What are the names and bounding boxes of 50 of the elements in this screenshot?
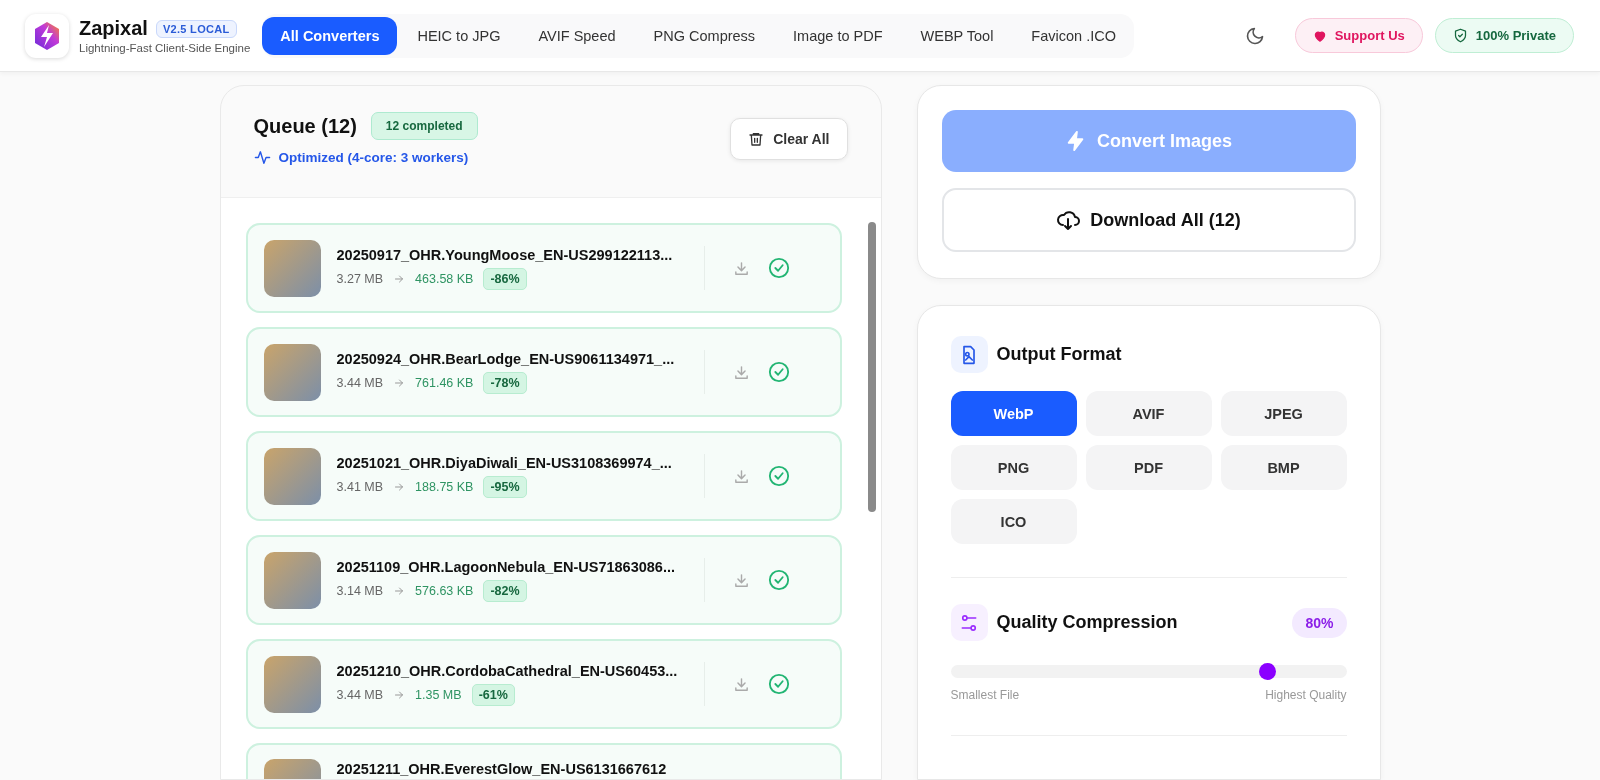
file-name: 20250924_OHR.BearLodge_EN-US9061134971_... — [336, 350, 676, 367]
format-option[interactable]: JPEG — [1220, 391, 1347, 436]
quality-value-badge: 80% — [1292, 607, 1347, 638]
completed-badge: 12 completed — [370, 112, 478, 140]
support-button[interactable]: Support Us — [1294, 18, 1423, 53]
format-option[interactable]: BMP — [1220, 445, 1347, 490]
slider-max-label: Highest Quality — [1265, 688, 1347, 702]
original-size: 3.44 MB — [336, 375, 384, 390]
brand-name: Zapixal — [79, 17, 148, 40]
nav-tab[interactable]: All Converters — [262, 16, 398, 55]
file-name: 20251210_OHR.CordobaCathedral_EN-US60453... — [336, 662, 679, 679]
slider-min-label: Smallest File — [950, 688, 1020, 702]
reduction-badge: -95% — [483, 475, 527, 498]
reduction-badge: -86% — [483, 267, 527, 290]
original-size: 3.27 MB — [336, 271, 384, 286]
reduction-badge: -61% — [471, 683, 515, 706]
version-badge: V2.5 LOCAL — [155, 19, 237, 38]
format-option[interactable]: ICO — [950, 499, 1077, 544]
converted-size: 761.46 KB — [415, 375, 474, 390]
nav-tab[interactable]: HEIC to JPG — [399, 16, 519, 55]
file-name: 20251021_OHR.DiyaDiwali_EN-US3108369974_... — [336, 454, 673, 471]
section-title: Quality Compression — [996, 612, 1179, 633]
clear-all-button[interactable]: Clear All — [730, 118, 848, 160]
converted-size: 463.58 KB — [415, 271, 474, 286]
converted-size: 576.63 KB — [415, 583, 474, 598]
original-size: 3.41 MB — [336, 479, 384, 494]
queue-title: Queue (12) — [253, 114, 357, 138]
format-option[interactable]: PNG — [950, 445, 1077, 490]
privacy-badge: 100% Private — [1434, 18, 1574, 53]
format-option[interactable]: WebP — [950, 391, 1077, 436]
nav-tab[interactable]: WEBP Tool — [902, 16, 1012, 55]
download-all-button[interactable]: Download All (12) — [941, 188, 1356, 252]
original-size: 3.44 MB — [336, 687, 384, 702]
reduction-badge: -78% — [483, 371, 527, 394]
file-name: 20251109_OHR.LagoonNebula_EN-US71863086... — [336, 558, 676, 575]
nav-tab[interactable]: Image to PDF — [775, 16, 901, 55]
file-name: 20250917_OHR.YoungMoose_EN-US299122113... — [336, 246, 674, 263]
nav-tab[interactable]: PNG Compress — [635, 16, 774, 55]
nav-tab[interactable]: AVIF Speed — [520, 16, 634, 55]
format-option[interactable]: AVIF — [1085, 391, 1212, 436]
converted-size: 1.35 MB — [415, 687, 462, 702]
tagline: Lightning-Fast Client-Side Engine — [79, 42, 251, 54]
format-option[interactable]: PDF — [1085, 445, 1212, 490]
nav-tab[interactable]: Favicon .ICO — [1013, 16, 1134, 55]
file-name: 20251211_OHR.EverestGlow_EN-US6131667612 — [336, 761, 668, 777]
section-title: Output Format — [996, 344, 1122, 365]
reduction-badge: -82% — [483, 579, 527, 602]
optimization-status: Optimized (4-core: 3 workers) — [278, 150, 469, 165]
converted-size: 188.75 KB — [415, 479, 474, 494]
original-size: 3.14 MB — [336, 583, 384, 598]
